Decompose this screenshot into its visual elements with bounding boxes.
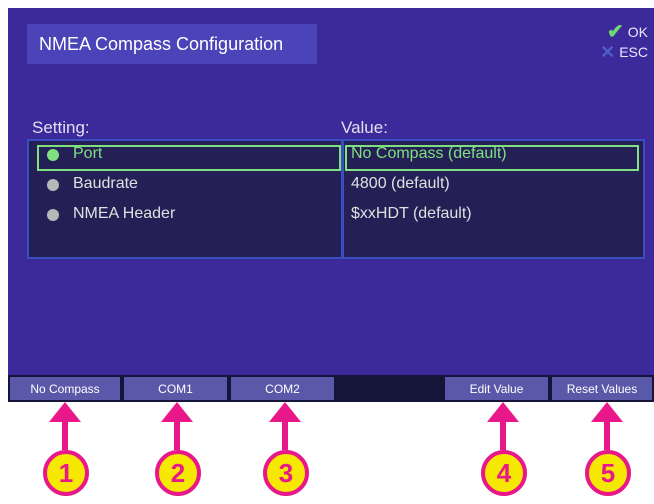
settings-table: Port No Compass (default) Baudrate 4800 … xyxy=(27,139,645,259)
arrow-up-icon xyxy=(591,402,623,422)
esc-legend[interactable]: ✕ ESC xyxy=(600,42,648,62)
com1-button[interactable]: COM1 xyxy=(124,377,227,400)
no-compass-button[interactable]: No Compass xyxy=(10,377,120,400)
bullet-icon xyxy=(47,209,59,221)
cross-icon: ✕ xyxy=(600,42,616,62)
setting-value: 4800 (default) xyxy=(351,175,450,192)
ok-label: OK xyxy=(627,24,648,40)
setting-name: NMEA Header xyxy=(73,205,176,222)
selected-bullet-icon xyxy=(47,149,59,161)
arrow-up-icon xyxy=(161,402,193,422)
table-row-baudrate[interactable]: Baudrate 4800 (default) xyxy=(29,171,643,199)
key-legend: ✔ OK ✕ ESC xyxy=(600,22,648,62)
reset-values-button[interactable]: Reset Values xyxy=(552,377,652,400)
value-column-header: Value: xyxy=(341,118,388,137)
callout-5: 5 xyxy=(585,402,631,504)
callout-number: 1 xyxy=(43,450,89,496)
arrow-up-icon xyxy=(49,402,81,422)
ok-legend[interactable]: ✔ OK xyxy=(600,22,648,42)
callout-number: 5 xyxy=(585,450,631,496)
esc-label: ESC xyxy=(619,44,648,60)
setting-value: $xxHDT (default) xyxy=(351,205,472,222)
arrow-up-icon xyxy=(487,402,519,422)
arrow-up-icon xyxy=(269,402,301,422)
com2-button[interactable]: COM2 xyxy=(231,377,334,400)
setting-name: Baudrate xyxy=(73,175,138,192)
softkey-bar: No Compass COM1 COM2 Edit Value Reset Va… xyxy=(8,375,654,402)
empty-softkey[interactable] xyxy=(338,377,441,400)
table-row-nmea-header[interactable]: NMEA Header $xxHDT (default) xyxy=(29,201,643,229)
callout-2: 2 xyxy=(155,402,201,504)
callout-3: 3 xyxy=(263,402,309,504)
table-row-port[interactable]: Port No Compass (default) xyxy=(29,141,643,171)
setting-value: No Compass (default) xyxy=(351,145,507,162)
edit-value-button[interactable]: Edit Value xyxy=(445,377,548,400)
device-screen: NMEA Compass Configuration ✔ OK ✕ ESC Se… xyxy=(8,8,654,402)
setting-name: Port xyxy=(73,145,103,162)
setting-column-header: Setting: xyxy=(32,118,90,137)
callout-number: 4 xyxy=(481,450,527,496)
bullet-icon xyxy=(47,179,59,191)
callout-1: 1 xyxy=(43,402,89,504)
callout-number: 3 xyxy=(263,450,309,496)
checkmark-icon: ✔ xyxy=(607,21,624,43)
callout-number: 2 xyxy=(155,450,201,496)
callout-4: 4 xyxy=(481,402,527,504)
page-title: NMEA Compass Configuration xyxy=(27,24,317,64)
